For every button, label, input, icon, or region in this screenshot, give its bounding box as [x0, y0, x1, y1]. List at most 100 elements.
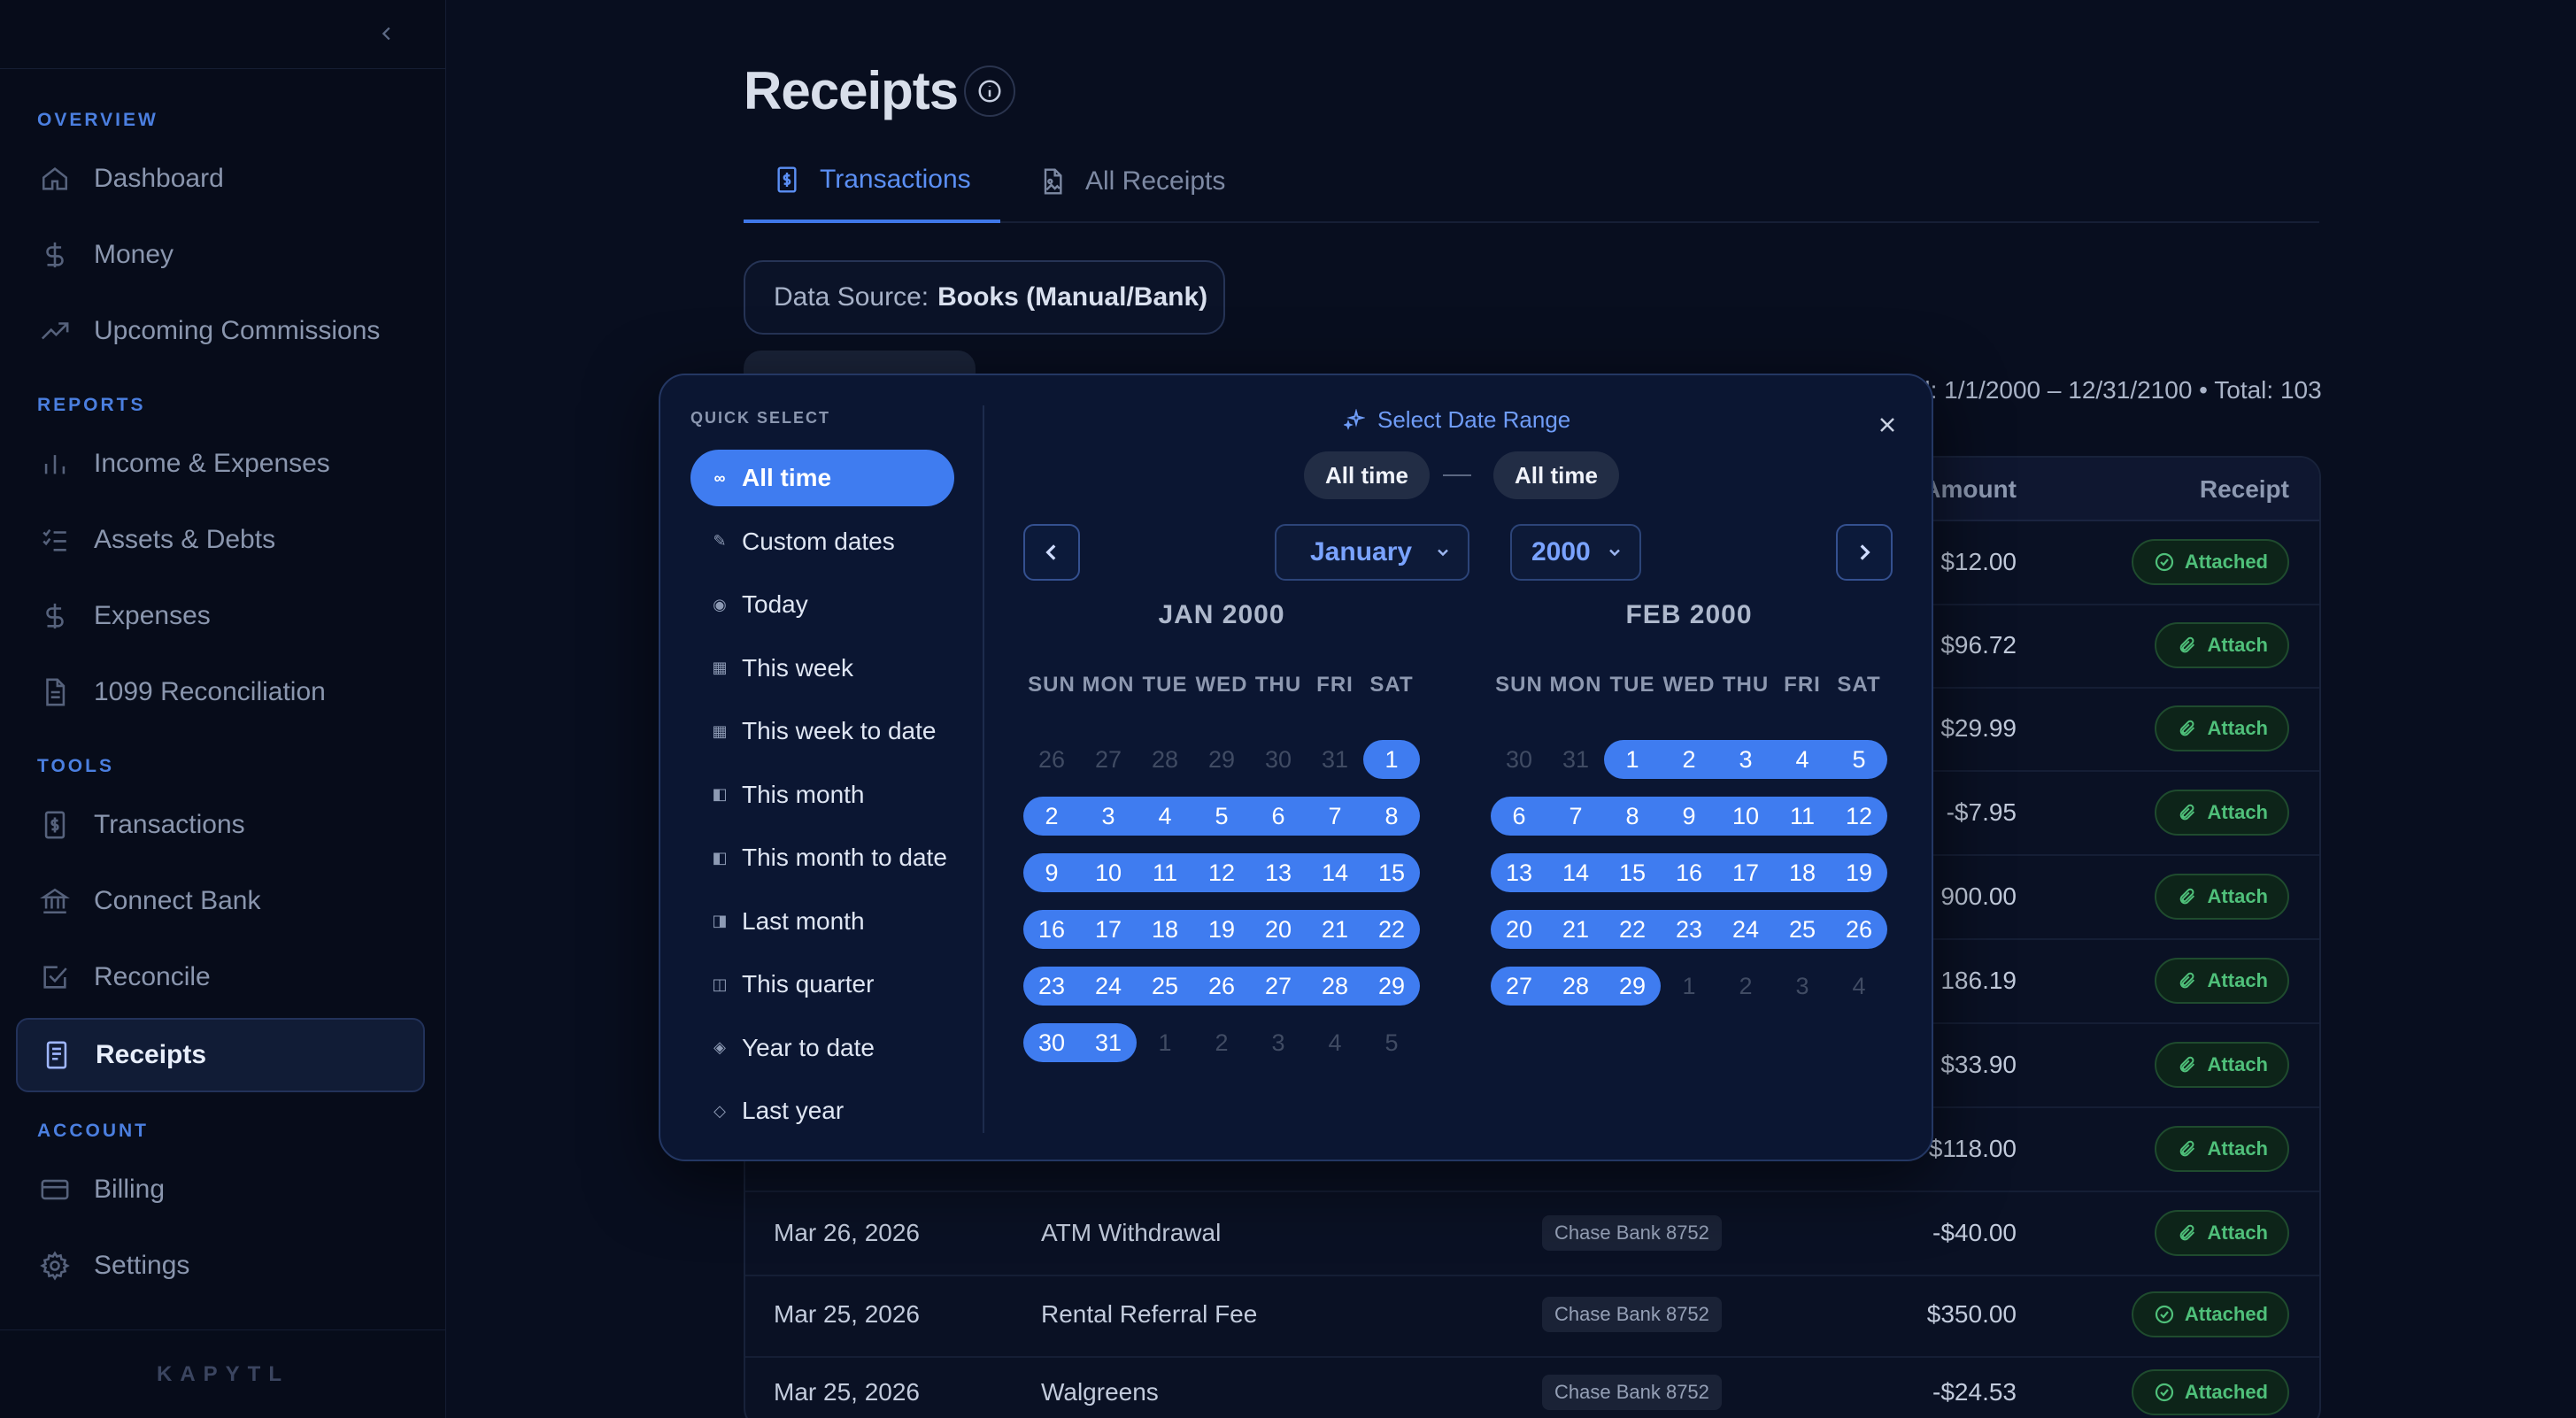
calendar-day-in-range[interactable]: 28 [1547, 967, 1604, 1006]
calendar-day-in-range[interactable]: 23 [1661, 910, 1717, 949]
quick-select-item[interactable]: ▦ This week [690, 640, 954, 697]
collapse-sidebar-button[interactable] [371, 18, 403, 50]
calendar-day-in-range[interactable]: 17 [1080, 910, 1137, 949]
calendar-day-in-range[interactable]: 11 [1137, 853, 1193, 892]
calendar-day-in-range[interactable]: 10 [1080, 853, 1137, 892]
calendar-day-in-range[interactable]: 29 [1363, 967, 1420, 1006]
calendar-day-in-range[interactable]: 19 [1193, 910, 1250, 949]
calendar-day-in-range[interactable]: 18 [1137, 910, 1193, 949]
quick-select-item[interactable]: ◈ Year to date [690, 1020, 954, 1076]
data-source-selector[interactable]: Data Source: Books (Manual/Bank) [744, 260, 1225, 335]
table-row[interactable]: Mar 26, 2026 ATM Withdrawal Chase Bank 875… [745, 1192, 2319, 1276]
calendar-day-in-range[interactable]: 3 [1717, 740, 1774, 779]
calendar-day-in-range[interactable]: 5 [1831, 740, 1887, 779]
calendar-day-outside-month[interactable]: 31 [1307, 740, 1363, 779]
table-row[interactable]: Mar 25, 2026 Walgreens Chase Bank 8752 -$24… [745, 1352, 2319, 1418]
calendar-day-in-range[interactable]: 12 [1831, 797, 1887, 836]
calendar-day-in-range[interactable]: 25 [1137, 967, 1193, 1006]
calendar-day-in-range[interactable]: 25 [1774, 910, 1831, 949]
calendar-day-in-range[interactable]: 19 [1831, 853, 1887, 892]
calendar-day-outside-month[interactable]: 4 [1307, 1023, 1363, 1062]
calendar-day-outside-month[interactable]: 26 [1023, 740, 1080, 779]
calendar-day-outside-month[interactable]: 30 [1250, 740, 1307, 779]
calendar-day-in-range[interactable]: 24 [1080, 967, 1137, 1006]
calendar-day-in-range[interactable]: 12 [1193, 853, 1250, 892]
table-row[interactable]: Mar 25, 2026 Rental Referral Fee Chase Ban… [745, 1274, 2319, 1358]
quick-select-item[interactable]: ◉ Today [690, 576, 954, 633]
range-end-pill[interactable]: All time [1493, 451, 1619, 499]
close-button[interactable] [1870, 407, 1905, 443]
quick-select-item[interactable]: ◇ Last year [690, 1083, 954, 1139]
calendar-day-in-range[interactable]: 1 [1363, 740, 1420, 779]
quick-select-item[interactable]: ◫ This quarter [690, 956, 954, 1013]
calendar-day-in-range[interactable]: 2 [1661, 740, 1717, 779]
sidebar-item-money[interactable]: Money [16, 218, 425, 292]
calendar-day-in-range[interactable]: 23 [1023, 967, 1080, 1006]
calendar-day-in-range[interactable]: 2 [1023, 797, 1080, 836]
attach-receipt-button[interactable]: Attach [2154, 874, 2289, 920]
calendar-day-outside-month[interactable]: 2 [1717, 967, 1774, 1006]
quick-select-item[interactable]: ▦ This week to date [690, 703, 954, 759]
calendar-day-in-range[interactable]: 8 [1604, 797, 1661, 836]
calendar-day-in-range[interactable]: 26 [1831, 910, 1887, 949]
sidebar-item-1099-reconciliation[interactable]: 1099 Reconciliation [16, 655, 425, 729]
calendar-day-in-range[interactable]: 13 [1491, 853, 1547, 892]
sidebar-item-receipts[interactable]: Receipts [16, 1018, 425, 1092]
calendar-day-in-range[interactable]: 4 [1774, 740, 1831, 779]
calendar-day-in-range[interactable]: 9 [1661, 797, 1717, 836]
calendar-day-in-range[interactable]: 30 [1023, 1023, 1080, 1062]
range-start-pill[interactable]: All time [1304, 451, 1430, 499]
calendar-day-in-range[interactable]: 8 [1363, 797, 1420, 836]
calendar-day-in-range[interactable]: 14 [1307, 853, 1363, 892]
calendar-day-in-range[interactable]: 6 [1250, 797, 1307, 836]
attach-receipt-button[interactable]: Attach [2154, 1126, 2289, 1172]
calendar-day-outside-month[interactable]: 1 [1661, 967, 1717, 1006]
calendar-day-in-range[interactable]: 22 [1363, 910, 1420, 949]
sidebar-item-income-expenses[interactable]: Income & Expenses [16, 427, 425, 501]
calendar-day-in-range[interactable]: 16 [1023, 910, 1080, 949]
calendar-day-in-range[interactable]: 5 [1193, 797, 1250, 836]
calendar-day-in-range[interactable]: 27 [1491, 967, 1547, 1006]
calendar-day-in-range[interactable]: 22 [1604, 910, 1661, 949]
month-select[interactable]: January [1275, 524, 1469, 581]
calendar-day-in-range[interactable]: 31 [1080, 1023, 1137, 1062]
calendar-day-in-range[interactable]: 26 [1193, 967, 1250, 1006]
sidebar-item-assets-debts[interactable]: Assets & Debts [16, 503, 425, 577]
calendar-day-in-range[interactable]: 15 [1604, 853, 1661, 892]
calendar-day-in-range[interactable]: 11 [1774, 797, 1831, 836]
calendar-day-in-range[interactable]: 24 [1717, 910, 1774, 949]
calendar-day-outside-month[interactable]: 3 [1250, 1023, 1307, 1062]
sidebar-item-transactions[interactable]: Transactions [16, 788, 425, 862]
calendar-day-outside-month[interactable]: 4 [1831, 967, 1887, 1006]
sidebar-item-settings[interactable]: Settings [16, 1229, 425, 1303]
calendar-day-in-range[interactable]: 7 [1307, 797, 1363, 836]
calendar-day-in-range[interactable]: 1 [1604, 740, 1661, 779]
calendar-day-outside-month[interactable]: 29 [1193, 740, 1250, 779]
calendar-day-in-range[interactable]: 10 [1717, 797, 1774, 836]
calendar-day-in-range[interactable]: 13 [1250, 853, 1307, 892]
calendar-day-in-range[interactable]: 18 [1774, 853, 1831, 892]
receipt-attached-badge[interactable]: Attached [2131, 1369, 2289, 1415]
quick-select-item[interactable]: ✎ Custom dates [690, 513, 954, 570]
calendar-day-in-range[interactable]: 16 [1661, 853, 1717, 892]
tab-all-receipts[interactable]: All Receipts [1036, 140, 1225, 223]
calendar-day-outside-month[interactable]: 28 [1137, 740, 1193, 779]
attach-receipt-button[interactable]: Attach [2154, 1042, 2289, 1088]
calendar-day-in-range[interactable]: 14 [1547, 853, 1604, 892]
next-month-button[interactable] [1836, 524, 1893, 581]
calendar-day-outside-month[interactable]: 30 [1491, 740, 1547, 779]
calendar-day-in-range[interactable]: 3 [1080, 797, 1137, 836]
quick-select-item[interactable]: ∞ All time [690, 450, 954, 506]
attach-receipt-button[interactable]: Attach [2154, 622, 2289, 668]
calendar-day-in-range[interactable]: 7 [1547, 797, 1604, 836]
info-button[interactable] [964, 66, 1015, 117]
calendar-day-in-range[interactable]: 28 [1307, 967, 1363, 1006]
attach-receipt-button[interactable]: Attach [2154, 1210, 2289, 1256]
calendar-day-in-range[interactable]: 29 [1604, 967, 1661, 1006]
calendar-day-in-range[interactable]: 15 [1363, 853, 1420, 892]
calendar-day-outside-month[interactable]: 3 [1774, 967, 1831, 1006]
sidebar-item-connect-bank[interactable]: Connect Bank [16, 864, 425, 938]
sidebar-item-billing[interactable]: Billing [16, 1152, 425, 1227]
calendar-day-in-range[interactable]: 17 [1717, 853, 1774, 892]
calendar-day-outside-month[interactable]: 2 [1193, 1023, 1250, 1062]
